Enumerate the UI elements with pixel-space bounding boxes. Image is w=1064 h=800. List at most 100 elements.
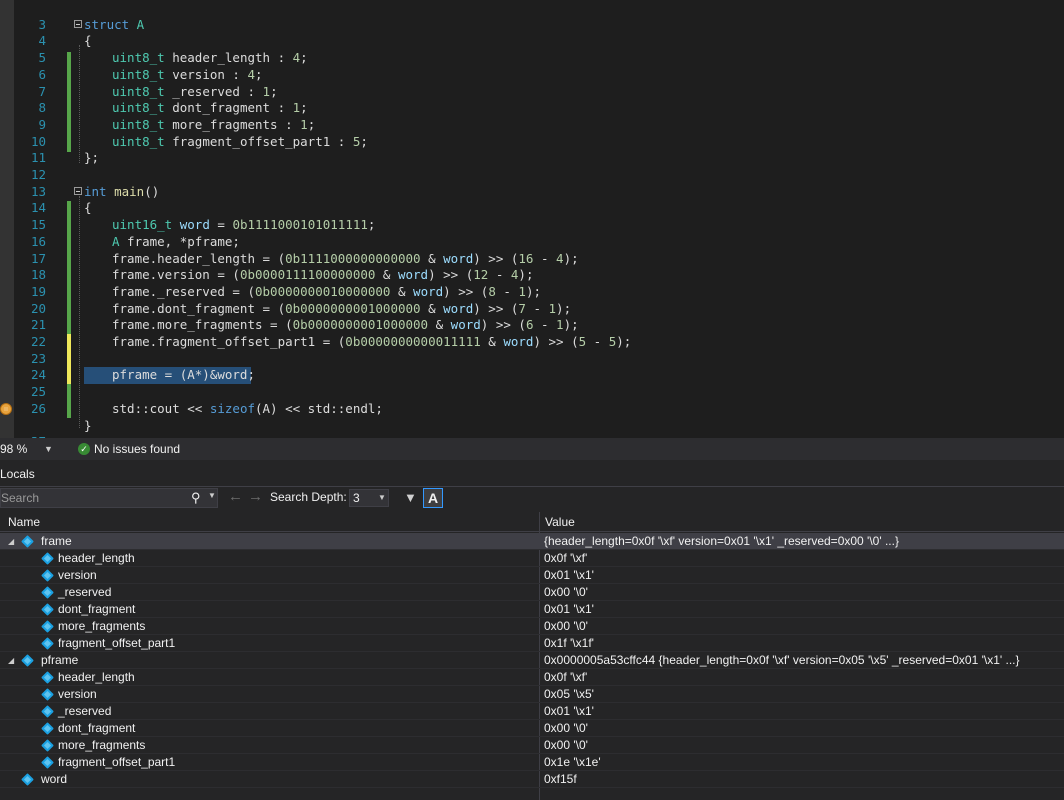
- type-name: uint8_t: [112, 66, 165, 82]
- code-text: );: [616, 334, 632, 349]
- code-text: -: [488, 267, 511, 283]
- code-text: frame.dont_fragment = (: [112, 300, 286, 316]
- variable-icon: [41, 586, 54, 599]
- table-row[interactable]: version 0x01 '\x1': [0, 567, 1064, 584]
- variable: word: [443, 250, 474, 266]
- variable-icon: [21, 654, 34, 667]
- code-text: ;: [270, 83, 278, 99]
- code-text: -: [586, 334, 609, 349]
- variable-value[interactable]: 0x0000005a53cffc44 {header_length=0x0f '…: [544, 652, 1020, 669]
- collapse-icon[interactable]: [74, 186, 82, 195]
- table-row[interactable]: _reserved 0x01 '\x1': [0, 703, 1064, 720]
- code-line[interactable]: 6 uint8_t header_length : 4;: [0, 50, 1064, 82]
- variable-value[interactable]: 0x01 '\x1': [544, 703, 594, 720]
- variable-icon: [21, 535, 34, 548]
- table-row[interactable]: ◢ pframe 0x0000005a53cffc44 {header_length…: [0, 652, 1064, 669]
- code-line[interactable]: 23 frame.fragment_offset_part1 = (0b0000…: [0, 334, 1064, 366]
- filter-icon[interactable]: ▼: [404, 490, 417, 505]
- code-line[interactable]: 18 frame.header_length = (0b111100000000…: [0, 250, 1064, 283]
- table-row[interactable]: dont_fragment 0x01 '\x1': [0, 601, 1064, 618]
- number-literal: 0b0000111100000000: [239, 267, 376, 283]
- type-name: uint8_t: [112, 133, 165, 149]
- variable-value[interactable]: 0x1e '\x1e': [544, 754, 601, 771]
- code-line[interactable]: 20 frame._reserved = (0b0000000010000000…: [0, 283, 1064, 316]
- number-literal: 0b0000000001000000: [285, 300, 421, 316]
- table-row[interactable]: fragment_offset_part1 0x1e '\x1e': [0, 754, 1064, 771]
- search-depth-select[interactable]: 3 ▼: [349, 489, 389, 507]
- variable-value[interactable]: 0x05 '\x5': [544, 686, 594, 703]
- variable-value[interactable]: 0x01 '\x1': [544, 601, 594, 618]
- code-line[interactable]: 17 A frame, *pframe;: [0, 233, 1064, 266]
- code-line[interactable]: 10 uint8_t more_fragments : 1;: [0, 117, 1064, 149]
- code-text: );: [518, 267, 534, 283]
- code-line[interactable]: 28 }: [0, 418, 1064, 439]
- code-line[interactable]: 8 uint8_t _reserved : 1;: [0, 83, 1064, 116]
- expand-collapse-icon[interactable]: ◢: [8, 533, 14, 550]
- current-statement-icon[interactable]: [0, 402, 12, 415]
- code-line[interactable]: 5 {: [0, 33, 1064, 65]
- variable-value[interactable]: 0x0f '\xf': [544, 550, 587, 567]
- code-line[interactable]: 15 {: [0, 200, 1064, 232]
- variable-value[interactable]: 0x00 '\0': [544, 720, 588, 737]
- variable-value[interactable]: 0x1f '\x1f': [544, 635, 594, 652]
- code-text: frame, *pframe;: [119, 233, 240, 249]
- expand-collapse-icon[interactable]: ◢: [8, 652, 14, 669]
- search-box[interactable]: ⚲ ▼: [0, 488, 218, 508]
- search-input[interactable]: [1, 489, 186, 507]
- hex-format-toggle[interactable]: A: [423, 488, 443, 508]
- table-row[interactable]: _reserved 0x00 '\0': [0, 584, 1064, 601]
- code-line[interactable]: 27 std::cout << sizeof(A) << std::endl;: [0, 401, 1064, 438]
- code-line[interactable]: 19 frame.version = (0b0000111100000000 &…: [0, 267, 1064, 299]
- code-line[interactable]: 24: [0, 351, 1064, 382]
- issues-status[interactable]: No issues found: [94, 438, 180, 460]
- variable-value[interactable]: 0x01 '\x1': [544, 567, 594, 584]
- code-line[interactable]: 13: [0, 167, 1064, 199]
- code-line[interactable]: 16 uint16_t word = 0b1111000101011111;: [0, 217, 1064, 249]
- search-icon[interactable]: ⚲: [191, 490, 201, 506]
- table-row[interactable]: version 0x05 '\x5': [0, 686, 1064, 703]
- chevron-down-icon[interactable]: ▼: [44, 438, 53, 460]
- code-editor[interactable]: 3 4 struct A 5 { 6 uint8_t header_length…: [0, 0, 1064, 438]
- code-line[interactable]: 12 };: [0, 150, 1064, 182]
- table-row[interactable]: ◢ frame {header_length=0x0f '\xf' version=…: [0, 533, 1064, 550]
- collapse-icon[interactable]: [74, 19, 82, 28]
- table-row[interactable]: header_length 0x0f '\xf': [0, 550, 1064, 567]
- variable-icon: [41, 552, 54, 565]
- column-header-value[interactable]: Value: [545, 512, 575, 532]
- variable-value[interactable]: 0x00 '\0': [544, 584, 588, 601]
- table-row[interactable]: word 0xf15f: [0, 771, 1064, 788]
- code-line[interactable]: 26: [0, 384, 1064, 416]
- code-line[interactable]: 4 struct A: [0, 17, 1064, 49]
- code-line[interactable]: 22 frame.more_fragments = (0b00000000010…: [0, 317, 1064, 349]
- table-row[interactable]: more_fragments 0x00 '\0': [0, 618, 1064, 635]
- code-line[interactable]: 14 int main(): [0, 184, 1064, 216]
- chevron-down-icon[interactable]: ▼: [208, 491, 216, 500]
- column-header-name[interactable]: Name: [8, 512, 40, 532]
- code-line-selected[interactable]: 25 pframe = (A*)&word;: [0, 367, 1064, 399]
- variable-icon: [41, 569, 54, 582]
- code-line[interactable]: 9 uint8_t dont_fragment : 1;: [0, 100, 1064, 132]
- code-line[interactable]: 3: [0, 0, 1064, 32]
- code-line[interactable]: 21 frame.dont_fragment = (0b000000000100…: [0, 300, 1064, 333]
- zoom-level[interactable]: 98 %: [0, 438, 27, 460]
- table-row[interactable]: header_length 0x0f '\xf': [0, 669, 1064, 686]
- arrow-left-icon[interactable]: ←: [228, 488, 243, 505]
- code-line[interactable]: 11 uint8_t fragment_offset_part1 : 5;: [0, 133, 1064, 166]
- number-literal: 0b0000000001000000: [292, 317, 429, 333]
- variable-name: version: [58, 687, 97, 701]
- variable-value[interactable]: 0x00 '\0': [544, 618, 588, 635]
- code-text: &: [375, 267, 398, 283]
- table-row[interactable]: dont_fragment 0x00 '\0': [0, 720, 1064, 737]
- table-row[interactable]: fragment_offset_part1 0x1f '\x1f': [0, 635, 1064, 652]
- variable-name: frame: [41, 534, 72, 548]
- variable-value[interactable]: 0x0f '\xf': [544, 669, 587, 686]
- code-text: ;: [300, 50, 308, 66]
- variable-value[interactable]: 0x00 '\0': [544, 737, 588, 754]
- table-row[interactable]: more_fragments 0x00 '\0': [0, 737, 1064, 754]
- arrow-right-icon[interactable]: →: [248, 488, 263, 505]
- code-line[interactable]: 7 uint8_t version : 4;: [0, 66, 1064, 99]
- panel-title[interactable]: Locals: [0, 464, 35, 484]
- variable-value[interactable]: 0xf15f: [544, 771, 577, 788]
- variable-value[interactable]: {header_length=0x0f '\xf' version=0x01 '…: [544, 533, 899, 550]
- number-literal: 1: [518, 283, 526, 299]
